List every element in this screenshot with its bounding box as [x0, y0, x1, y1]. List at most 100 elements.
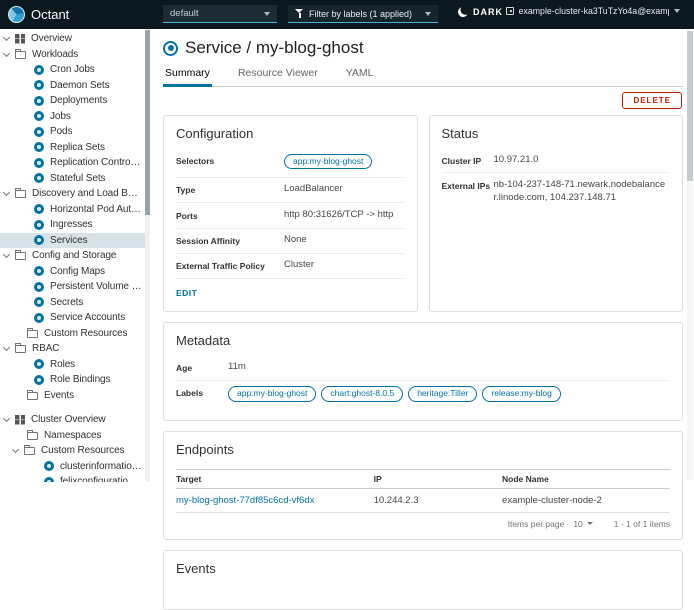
sidebar-item-clusterinformations-crd-projectcalico-org[interactable]: clusterinformations.crd.projectcalico.or… [0, 459, 150, 475]
tab-resource-viewer[interactable]: Resource Viewer [236, 67, 320, 86]
summary-row: External Traffic PolicyCluster [176, 254, 405, 279]
resource-icon [34, 204, 44, 214]
tab-yaml[interactable]: YAML [344, 67, 376, 86]
field-value: 11m [228, 361, 670, 374]
sidebar-item-replica-sets[interactable]: Replica Sets [0, 140, 150, 156]
main-scrollbar-thumb[interactable] [687, 31, 693, 181]
summary-row: External IPsnb-104-237-148-71.newark.nod… [442, 173, 671, 210]
sidebar-item-label: Config Maps [50, 266, 105, 277]
endpoint-ip-cell: 10.244.2.3 [374, 488, 502, 512]
sidebar-item-service-accounts[interactable]: Service Accounts [0, 310, 150, 326]
chevron-down-icon[interactable] [3, 50, 10, 57]
sidebar-item-jobs[interactable]: Jobs [0, 109, 150, 125]
label-chip[interactable]: chart:ghost-8.0.5 [321, 386, 403, 401]
sidebar-item-felixconfigurations-crd-projectcalico-org[interactable]: felixconfigurations.crd.projectcalico.or… [0, 474, 150, 482]
sidebar-item-deployments[interactable]: Deployments [0, 93, 150, 109]
sidebar-item-label: Services [50, 235, 88, 246]
sidebar-item-config-maps[interactable]: Config Maps [0, 264, 150, 280]
sidebar-item-label: Roles [50, 359, 75, 370]
chevron-down-icon[interactable] [3, 251, 10, 258]
sidebar-item-roles[interactable]: Roles [0, 357, 150, 373]
status-card: Status Cluster IP10.97.21.0External IPsn… [429, 115, 684, 312]
endpoints-card: Endpoints TargetIPNode Name my-blog-ghos… [163, 431, 683, 540]
sidebar-item-label: Cluster Overview [31, 414, 106, 425]
resource-icon [34, 173, 44, 183]
label-chip[interactable]: heritage:Tiller [408, 386, 477, 401]
sidebar-item-rbac[interactable]: RBAC [0, 341, 150, 357]
folder-icon [24, 447, 35, 455]
chevron-down-icon[interactable] [3, 34, 10, 41]
sidebar-item-events[interactable]: Events [0, 388, 150, 404]
sidebar-item-daemon-sets[interactable]: Daemon Sets [0, 78, 150, 94]
field-label: Cluster IP [442, 154, 494, 166]
page-title: Service / my-blog-ghost [185, 38, 364, 58]
sidebar-nav: Overview WorkloadsCron JobsDaemon SetsDep… [0, 29, 150, 482]
sidebar-scrollbar-thumb[interactable] [145, 30, 150, 215]
page-size-select[interactable]: 10 [573, 519, 592, 529]
field-value: app:my-blog-ghost [284, 154, 405, 171]
sidebar-item-discovery-and-load-balancing[interactable]: Discovery and Load Balancing [0, 186, 150, 202]
sidebar-item-label: Pods [50, 126, 72, 137]
label-chip[interactable]: release:my-blog [482, 386, 560, 401]
summary-row: Cluster IP10.97.21.0 [442, 148, 671, 173]
sidebar-item-horizontal-pod-autoscalers[interactable]: Horizontal Pod Autoscalers [0, 202, 150, 218]
sidebar-item-services[interactable]: Services [0, 233, 150, 249]
folder-icon [27, 432, 38, 440]
sidebar-item-workloads[interactable]: Workloads [0, 47, 150, 63]
chevron-down-icon[interactable] [12, 446, 19, 453]
sidebar-item-label: Ingresses [50, 219, 92, 230]
sidebar-item-label: Role Bindings [50, 374, 110, 385]
sidebar-item-custom-resources[interactable]: Custom Resources [0, 326, 150, 342]
tab-summary[interactable]: Summary [163, 67, 212, 87]
folder-icon [27, 392, 38, 400]
sidebar-item-cluster-overview[interactable]: Cluster Overview [0, 412, 150, 428]
column-header: Node Name [502, 469, 670, 488]
configuration-card: Configuration Selectorsapp:my-blog-ghost… [163, 115, 418, 312]
chevron-down-icon[interactable] [3, 189, 10, 196]
field-label: Type [176, 183, 284, 195]
field-value: app:my-blog-ghost chart:ghost-8.0.5 herita… [228, 386, 670, 403]
field-value: nb-104-237-148-71.newark.nodebalancer.li… [494, 179, 671, 205]
cluster-context-selector[interactable]: example-cluster-ka3TuTzYo4a@example-clus… [506, 6, 680, 16]
sidebar-item-custom-resources[interactable]: Custom Resources [0, 443, 150, 459]
chevron-down-icon[interactable] [3, 344, 10, 351]
summary-row: Session AffinityNone [176, 229, 405, 254]
endpoint-target-link[interactable]: my-blog-ghost-77df85c6cd-vf6dx [176, 495, 314, 506]
events-card: Events [163, 550, 683, 610]
sidebar-item-role-bindings[interactable]: Role Bindings [0, 372, 150, 388]
theme-toggle-button[interactable]: DARK [458, 7, 503, 17]
label-filter-input[interactable]: Filter by labels (1 applied) [288, 5, 438, 23]
sidebar-item-cron-jobs[interactable]: Cron Jobs [0, 62, 150, 78]
resource-icon [34, 375, 44, 385]
sidebar-item-ingresses[interactable]: Ingresses [0, 217, 150, 233]
sidebar-item-namespaces[interactable]: Namespaces [0, 428, 150, 444]
sidebar-item-overview[interactable]: Overview [0, 31, 150, 47]
page-size-value: 10 [573, 519, 582, 529]
sidebar-item-label: Config and Storage [32, 250, 116, 261]
tab-bar: Summary Resource Viewer YAML [163, 67, 683, 87]
field-value: 10.97.21.0 [494, 154, 671, 167]
sidebar-item-secrets[interactable]: Secrets [0, 295, 150, 311]
edit-link[interactable]: EDIT [176, 288, 197, 298]
delete-button[interactable]: DELETE [622, 92, 682, 109]
resource-icon [34, 80, 44, 90]
sidebar-item-label: RBAC [32, 343, 59, 354]
main-content: Service / my-blog-ghost Summary Resource … [157, 29, 683, 482]
app-title: Octant [31, 7, 69, 22]
sidebar-item-stateful-sets[interactable]: Stateful Sets [0, 171, 150, 187]
chevron-down-icon [587, 522, 593, 525]
label-chip[interactable]: app:my-blog-ghost [284, 154, 372, 169]
pagination: Items per page 10 1 - 1 of 1 items [176, 513, 670, 529]
sidebar-item-label: Secrets [50, 297, 83, 308]
chevron-down-icon [264, 12, 270, 16]
sidebar-item-config-and-storage[interactable]: Config and Storage [0, 248, 150, 264]
sidebar-item-persistent-volume-claims[interactable]: Persistent Volume Claims [0, 279, 150, 295]
chevron-down-icon[interactable] [3, 415, 10, 422]
sidebar-item-label: Overview [31, 33, 72, 44]
sidebar-item-label: Jobs [50, 111, 71, 122]
label-filter-text: Filter by labels (1 applied) [309, 9, 420, 19]
sidebar-item-pods[interactable]: Pods [0, 124, 150, 140]
sidebar-item-replication-controllers[interactable]: Replication Controllers [0, 155, 150, 171]
namespace-dropdown[interactable]: default [163, 5, 277, 23]
label-chip[interactable]: app:my-blog-ghost [228, 386, 316, 401]
